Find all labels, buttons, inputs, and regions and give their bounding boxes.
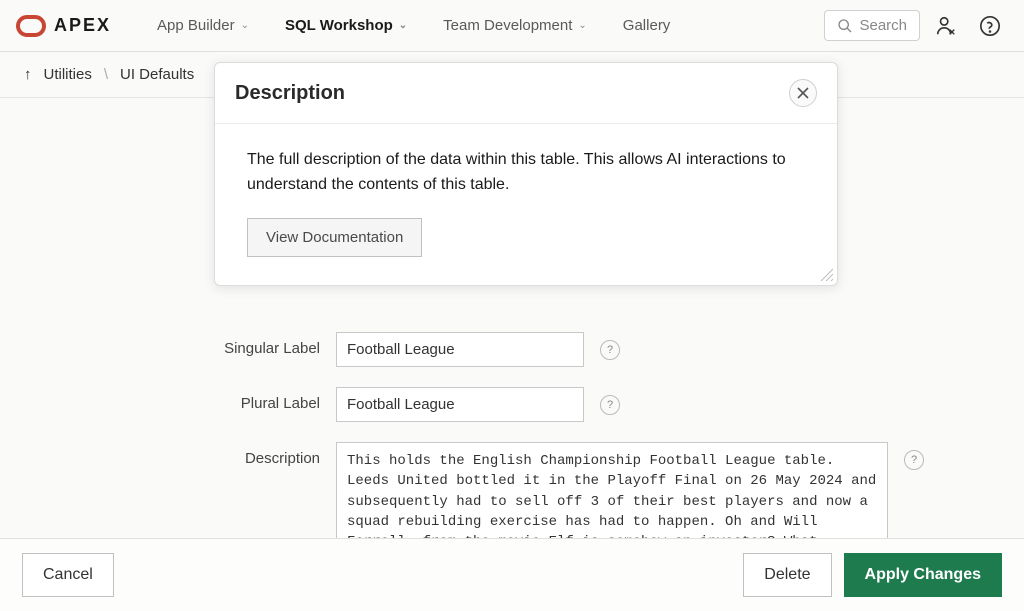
view-documentation-button[interactable]: View Documentation	[247, 218, 422, 257]
form-row-plural: Plural Label ?	[40, 387, 984, 422]
search-icon	[837, 18, 853, 34]
popover-header: Description	[215, 63, 837, 124]
delete-button[interactable]: Delete	[743, 553, 831, 597]
cancel-button[interactable]: Cancel	[22, 553, 114, 597]
nav-gallery[interactable]: Gallery	[609, 9, 685, 42]
admin-icon[interactable]	[928, 8, 964, 44]
plural-label-text: Plural Label	[40, 387, 320, 412]
chevron-down-icon: ⌄	[578, 20, 586, 31]
description-popover: Description The full description of the …	[214, 62, 838, 286]
plural-label-input[interactable]	[336, 387, 584, 422]
nav-sql-workshop[interactable]: SQL Workshop ⌄	[271, 9, 421, 42]
popover-body: The full description of the data within …	[215, 124, 837, 285]
search-placeholder: Search	[859, 17, 907, 34]
popover-text: The full description of the data within …	[247, 148, 805, 198]
breadcrumb-item[interactable]: UI Defaults	[120, 66, 194, 83]
close-icon	[797, 87, 809, 99]
chevron-down-icon: ⌄	[399, 20, 407, 31]
nav-label: Team Development	[443, 17, 572, 34]
resize-handle-icon[interactable]	[819, 267, 833, 281]
oracle-o-icon	[16, 15, 46, 37]
description-label-text: Description	[40, 442, 320, 467]
nav-label: SQL Workshop	[285, 17, 393, 34]
brand-logo[interactable]: APEX	[16, 15, 111, 37]
singular-label-input[interactable]	[336, 332, 584, 367]
breadcrumb-up-icon[interactable]: ↑	[24, 66, 32, 83]
nav-app-builder[interactable]: App Builder ⌄	[143, 9, 263, 42]
popover-title: Description	[235, 82, 345, 105]
footer-bar: Cancel Delete Apply Changes	[0, 538, 1024, 611]
brand-name: APEX	[54, 15, 111, 36]
nav-label: Gallery	[623, 17, 671, 34]
apply-changes-button[interactable]: Apply Changes	[844, 553, 1002, 597]
search-box[interactable]: Search	[824, 10, 920, 41]
breadcrumb-item[interactable]: Utilities	[44, 66, 92, 83]
help-icon[interactable]: ?	[600, 340, 620, 360]
breadcrumb-separator: \	[104, 66, 108, 83]
nav-label: App Builder	[157, 17, 235, 34]
nav-team-development[interactable]: Team Development ⌄	[429, 9, 601, 42]
help-icon[interactable]: ?	[904, 450, 924, 470]
singular-label-text: Singular Label	[40, 332, 320, 357]
help-icon[interactable]: ?	[600, 395, 620, 415]
top-nav: APEX App Builder ⌄ SQL Workshop ⌄ Team D…	[0, 0, 1024, 52]
close-button[interactable]	[789, 79, 817, 107]
form-row-description: Description ?	[40, 442, 984, 550]
form-row-singular: Singular Label ?	[40, 332, 984, 367]
description-textarea[interactable]	[336, 442, 888, 550]
help-icon[interactable]	[972, 8, 1008, 44]
chevron-down-icon: ⌄	[241, 20, 249, 31]
